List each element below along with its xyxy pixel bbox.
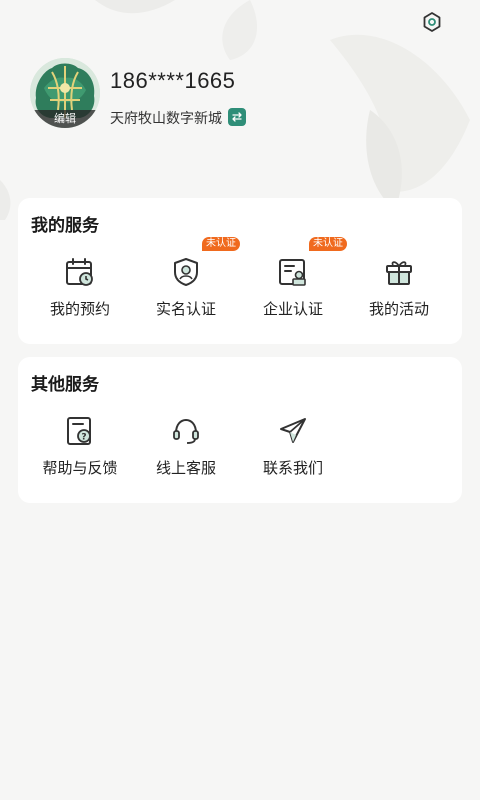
my-services-grid: 我的预约 未认证 实名认证 未认证 企业认证 我的活动 (18, 237, 462, 334)
service-item-help-feedback[interactable]: ? 帮助与反馈 (27, 413, 133, 487)
swap-icon (232, 112, 242, 122)
phone-number: 186****1665 (110, 68, 236, 93)
my-services-title: 我的服务 (31, 216, 99, 236)
profile-page: 编辑 186****1665 天府牧山数字新城 我的服务 我的预约 未认证 实名… (0, 0, 480, 800)
service-item-online-support[interactable]: 线上客服 (133, 413, 239, 487)
service-item-real-name-auth[interactable]: 未认证 实名认证 (133, 237, 240, 328)
other-services-title: 其他服务 (31, 375, 99, 395)
service-item-appointments[interactable]: 我的预约 (27, 254, 133, 328)
other-services-grid: ? 帮助与反馈 线上客服 联系我们 (18, 413, 462, 493)
help-doc-icon: ? (67, 417, 91, 445)
unverified-badge: 未认证 (309, 237, 347, 251)
service-item-label: 实名认证 (155, 300, 216, 318)
location-label: 天府牧山数字新城 (110, 111, 222, 127)
settings-icon (423, 12, 441, 32)
service-item-label: 我的活动 (368, 300, 429, 318)
gift-icon (386, 261, 412, 285)
calendar-icon (66, 258, 93, 286)
settings-button[interactable] (418, 8, 446, 36)
avatar[interactable]: 编辑 (30, 58, 100, 128)
paper-plane-icon (280, 418, 306, 443)
other-services-card: 其他服务 ? 帮助与反馈 线上客服 联系我们 (18, 357, 462, 503)
my-services-card: 我的服务 我的预约 未认证 实名认证 未认证 企业认证 我的活动 (18, 198, 462, 344)
service-item-label: 企业认证 (262, 300, 323, 318)
shield-id-icon (174, 258, 198, 286)
service-item-label: 联系我们 (262, 459, 323, 477)
unverified-badge: 未认证 (202, 237, 240, 251)
service-item-label: 我的预约 (49, 300, 110, 318)
service-item-label: 帮助与反馈 (42, 459, 118, 477)
service-item-label: 线上客服 (155, 459, 216, 477)
avatar-edit-label[interactable]: 编辑 (30, 110, 100, 128)
profile-header: 编辑 186****1665 天府牧山数字新城 (30, 58, 450, 138)
headset-icon (173, 418, 199, 444)
enterprise-cert-icon (279, 259, 306, 286)
switch-location-button[interactable] (228, 108, 246, 126)
service-item-my-activities[interactable]: 我的活动 (346, 254, 452, 328)
service-item-enterprise-auth[interactable]: 未认证 企业认证 (240, 237, 347, 328)
service-item-contact-us[interactable]: 联系我们 (240, 413, 346, 487)
svg-text:?: ? (81, 433, 86, 443)
